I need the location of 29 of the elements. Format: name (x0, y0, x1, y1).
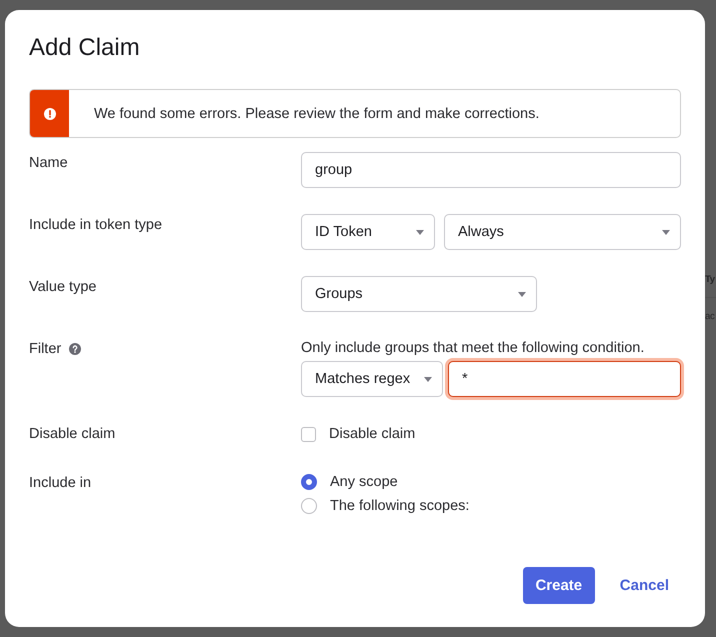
field-label: Include in token type (29, 216, 162, 235)
filter-description: Only include groups that meet the following condition. (301, 339, 644, 358)
dropdown[interactable]: Matches regex (301, 361, 443, 397)
dropdown[interactable]: Always (444, 214, 681, 250)
cancel-link[interactable]: Cancel (608, 567, 681, 604)
field-label: Value type (29, 278, 96, 297)
radio-button[interactable] (301, 498, 317, 514)
checkbox-label[interactable]: Disable claim (329, 424, 416, 444)
dropdown[interactable]: Groups (301, 276, 537, 312)
error-icon (44, 108, 56, 120)
field-label: Disable claim (29, 425, 116, 444)
dialog-title: Add Claim (29, 34, 140, 62)
radio-label[interactable]: The following scopes: (330, 496, 470, 516)
caret-icon (424, 376, 432, 382)
field-label: Filter (29, 340, 62, 359)
dropdown[interactable]: ID Token (301, 214, 435, 250)
field-label: Name (29, 154, 68, 173)
caret-icon (518, 292, 526, 296)
regex-input[interactable]: * (448, 361, 681, 397)
caret-icon (416, 230, 424, 234)
banner-message: We found some errors. Please review the form and make corrections. (94, 104, 540, 124)
radio-button[interactable] (301, 474, 317, 490)
create-button[interactable]: Create (522, 567, 595, 604)
radio-label[interactable]: Any scope (330, 472, 398, 492)
checkbox[interactable] (301, 426, 316, 442)
field-label: Include in (29, 474, 92, 493)
help-icon[interactable] (69, 343, 82, 355)
caret-icon (662, 230, 670, 234)
name-input[interactable]: group (301, 152, 681, 188)
